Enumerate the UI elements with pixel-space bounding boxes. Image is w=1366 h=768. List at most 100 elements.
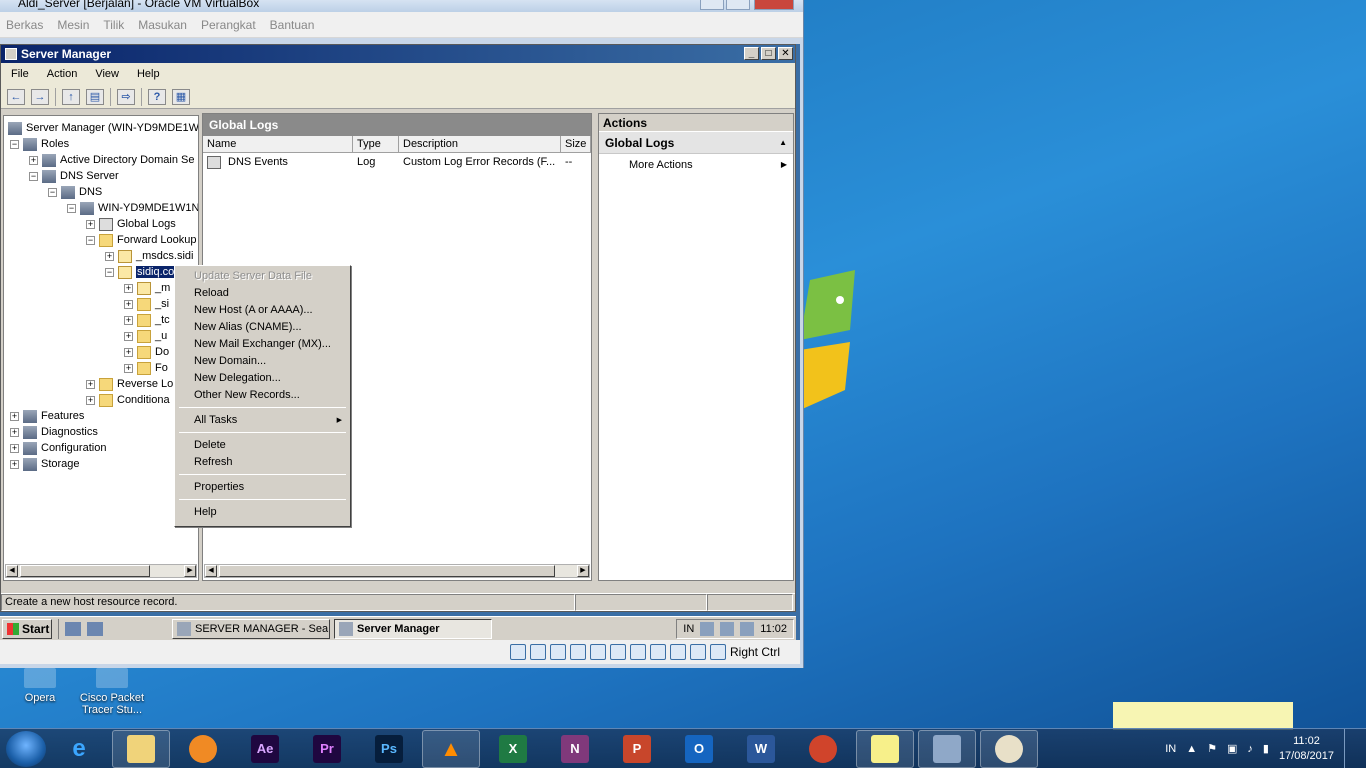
menu-properties[interactable]: Properties bbox=[177, 479, 348, 496]
results-hscrollbar[interactable]: ◀ ▶ bbox=[204, 564, 590, 578]
signal-strength-icon[interactable]: ▮ bbox=[1263, 742, 1269, 755]
scroll-right-icon[interactable]: ▶ bbox=[184, 565, 196, 577]
menu-new-domain[interactable]: New Domain... bbox=[177, 353, 348, 370]
expand-icon[interactable]: + bbox=[10, 411, 19, 421]
menu-file[interactable]: File bbox=[11, 68, 29, 80]
start-button[interactable]: Start bbox=[2, 618, 52, 639]
expand-icon[interactable]: + bbox=[124, 283, 133, 293]
tree-item-diagnostics[interactable]: + Diagnostics bbox=[10, 424, 98, 440]
scroll-thumb[interactable] bbox=[20, 565, 150, 577]
export-list-icon[interactable]: ⇨ bbox=[117, 88, 135, 105]
actions-more-actions[interactable]: More Actions bbox=[599, 154, 793, 176]
usb-icon[interactable] bbox=[589, 644, 606, 660]
scroll-thumb[interactable] bbox=[219, 565, 555, 577]
expand-icon[interactable]: + bbox=[124, 363, 133, 373]
expand-icon[interactable]: + bbox=[29, 155, 38, 165]
host-clock[interactable]: 11:02 17/08/2017 bbox=[1279, 734, 1334, 764]
menu-view[interactable]: View bbox=[95, 68, 119, 80]
shared-folders-icon[interactable] bbox=[609, 644, 626, 660]
menu-new-delegation[interactable]: New Delegation... bbox=[177, 370, 348, 387]
menu-all-tasks[interactable]: All Tasks bbox=[177, 412, 348, 429]
show-action-pane-icon[interactable]: ▦ bbox=[172, 88, 190, 105]
tree-item-sub5[interactable]: + Do bbox=[124, 344, 169, 360]
volume-icon[interactable]: ♪ bbox=[1247, 743, 1253, 755]
tree-item-ad-domain[interactable]: + Active Directory Domain Se bbox=[29, 152, 195, 168]
host-language-indicator[interactable]: IN bbox=[1165, 743, 1176, 755]
minimize-button[interactable] bbox=[700, 0, 724, 10]
expand-icon[interactable]: + bbox=[10, 427, 19, 437]
forward-icon[interactable]: → bbox=[31, 88, 49, 105]
actions-section-global-logs[interactable]: Global Logs bbox=[599, 132, 793, 154]
pinned-sticky-notes[interactable] bbox=[856, 729, 914, 768]
column-size[interactable]: Size bbox=[561, 136, 591, 152]
pinned-powerpoint[interactable]: P bbox=[608, 730, 666, 768]
show-hide-tree-icon[interactable]: ▤ bbox=[86, 88, 104, 105]
expand-icon[interactable]: + bbox=[124, 347, 133, 357]
action-center-flag-icon[interactable]: ⚑ bbox=[1207, 742, 1217, 755]
pinned-photoshop[interactable]: Ps bbox=[360, 730, 418, 768]
collapse-icon[interactable]: − bbox=[86, 235, 95, 245]
expand-icon[interactable]: + bbox=[10, 459, 19, 469]
tree-item-global-logs[interactable]: + Global Logs bbox=[86, 216, 176, 232]
guest-clock[interactable]: 11:02 bbox=[760, 623, 787, 635]
menu-mesin[interactable]: Mesin bbox=[57, 18, 89, 32]
show-desktop-button[interactable] bbox=[1344, 728, 1358, 768]
tree-item-features[interactable]: + Features bbox=[10, 408, 84, 424]
tree-item-roles[interactable]: − Roles bbox=[10, 136, 69, 152]
pinned-outlook[interactable]: O bbox=[670, 730, 728, 768]
pinned-premiere[interactable]: Pr bbox=[298, 730, 356, 768]
powershell-quicklaunch-icon[interactable] bbox=[87, 621, 103, 636]
windows-start-orb[interactable] bbox=[6, 730, 46, 767]
close-button[interactable] bbox=[754, 0, 794, 10]
language-indicator[interactable]: IN bbox=[683, 623, 694, 635]
tree-item-sidiq[interactable]: − sidiq.co bbox=[105, 264, 176, 280]
menu-help-item[interactable]: Help bbox=[177, 504, 348, 521]
maximize-button[interactable] bbox=[726, 0, 750, 10]
pinned-after-effects[interactable]: Ae bbox=[236, 730, 294, 768]
tree-item-host[interactable]: − WIN-YD9MDE1W1N bbox=[67, 200, 198, 216]
menu-delete[interactable]: Delete bbox=[177, 437, 348, 454]
menu-new-alias[interactable]: New Alias (CNAME)... bbox=[177, 319, 348, 336]
tree-item-dns-server[interactable]: − DNS Server bbox=[29, 168, 119, 184]
taskbar-button-server-manager[interactable]: Server Manager bbox=[334, 618, 492, 639]
tree-item-forward-lookup[interactable]: − Forward Lookup bbox=[86, 232, 197, 248]
tree-item-sub6[interactable]: + Fo bbox=[124, 360, 168, 376]
expand-icon[interactable]: + bbox=[86, 379, 95, 389]
menu-perangkat[interactable]: Perangkat bbox=[201, 18, 256, 32]
optical-drive-icon[interactable] bbox=[529, 644, 546, 660]
menu-masukan[interactable]: Masukan bbox=[138, 18, 187, 32]
tree-item-sub3[interactable]: + _tc bbox=[124, 312, 170, 328]
sticky-note[interactable] bbox=[1113, 702, 1293, 730]
pinned-virtualbox[interactable] bbox=[918, 729, 976, 768]
tray-icon[interactable] bbox=[700, 621, 715, 636]
display-icon[interactable] bbox=[629, 644, 646, 660]
desktop-icon-cisco[interactable]: Cisco Packet Tracer Stu... bbox=[72, 668, 152, 716]
audio-icon[interactable] bbox=[549, 644, 566, 660]
back-icon[interactable]: ← bbox=[7, 88, 25, 105]
tree-item-dns[interactable]: − DNS bbox=[48, 184, 102, 200]
pinned-vlc[interactable]: ▲ bbox=[422, 729, 480, 768]
up-folder-icon[interactable]: ↑ bbox=[62, 88, 80, 105]
help-icon[interactable]: ? bbox=[148, 88, 166, 105]
sm-close-button[interactable]: ✕ bbox=[778, 47, 793, 60]
menu-bantuan[interactable]: Bantuan bbox=[270, 18, 315, 32]
network-icon[interactable]: ▣ bbox=[1227, 742, 1237, 755]
pinned-internet-explorer[interactable]: e bbox=[50, 730, 108, 768]
table-row[interactable]: DNS Events Log Custom Log Error Records … bbox=[203, 153, 591, 171]
hard-disk-icon[interactable] bbox=[509, 644, 526, 660]
collapse-icon[interactable]: − bbox=[29, 171, 38, 181]
tree-item-msdcs[interactable]: + _msdcs.sidi bbox=[105, 248, 193, 264]
expand-icon[interactable]: + bbox=[124, 331, 133, 341]
sm-maximize-button[interactable]: □ bbox=[761, 47, 776, 60]
menu-action[interactable]: Action bbox=[47, 68, 78, 80]
menu-tilik[interactable]: Tilik bbox=[103, 18, 124, 32]
pinned-paint[interactable] bbox=[980, 729, 1038, 768]
tree-item-storage[interactable]: + Storage bbox=[10, 456, 80, 472]
menu-other-new-records[interactable]: Other New Records... bbox=[177, 387, 348, 404]
menu-reload[interactable]: Reload bbox=[177, 285, 348, 302]
menu-new-host[interactable]: New Host (A or AAAA)... bbox=[177, 302, 348, 319]
tree-item-sub2[interactable]: + _si bbox=[124, 296, 169, 312]
mouse-integration-icon[interactable] bbox=[689, 644, 706, 660]
menu-new-mx[interactable]: New Mail Exchanger (MX)... bbox=[177, 336, 348, 353]
expand-icon[interactable]: + bbox=[86, 219, 95, 229]
